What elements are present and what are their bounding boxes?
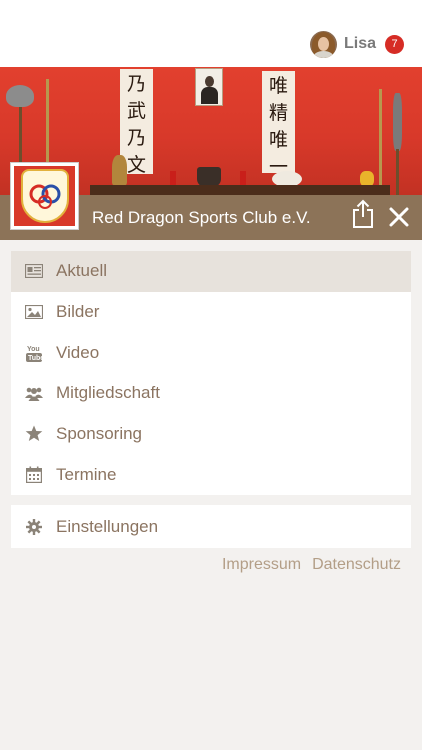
share-icon xyxy=(353,199,373,228)
user-name[interactable]: Lisa xyxy=(344,35,376,53)
user-profile[interactable]: Lisa 7 xyxy=(309,30,404,58)
image-icon xyxy=(25,303,43,321)
notification-badge[interactable]: 7 xyxy=(385,34,404,54)
main-menu: Aktuell Bilder You Tube Video xyxy=(11,251,411,495)
club-logo xyxy=(10,162,79,230)
close-button[interactable] xyxy=(387,205,411,229)
club-title: Red Dragon Sports Club e.V. xyxy=(92,208,311,227)
close-icon xyxy=(389,207,409,227)
menu-item-aktuell[interactable]: Aktuell xyxy=(11,251,411,292)
menu-item-bilder[interactable]: Bilder xyxy=(11,292,411,333)
youtube-icon: You Tube xyxy=(25,344,43,362)
settings-label: Einstellungen xyxy=(56,516,159,536)
calligraphy-scroll-right: 唯 精 唯 一 xyxy=(262,71,295,178)
menu-label: Mitgliedschaft xyxy=(56,383,160,403)
footer-links: Impressum Datenschutz xyxy=(222,556,401,574)
menu-label: Sponsoring xyxy=(56,423,143,443)
share-button[interactable] xyxy=(350,199,376,229)
impressum-link[interactable]: Impressum xyxy=(222,556,301,574)
users-icon xyxy=(25,384,43,402)
menu-item-termine[interactable]: Termine xyxy=(11,454,411,495)
settings-item[interactable]: Einstellungen xyxy=(11,505,411,548)
gear-icon xyxy=(25,518,43,536)
top-bar: Lisa 7 xyxy=(0,0,422,67)
star-icon xyxy=(25,425,43,443)
menu-label: Video xyxy=(56,342,100,362)
portrait-picture xyxy=(195,68,223,106)
menu-item-video[interactable]: You Tube Video xyxy=(11,332,411,373)
avatar[interactable] xyxy=(309,30,337,58)
menu-label: Bilder xyxy=(56,301,100,321)
menu-item-mitgliedschaft[interactable]: Mitgliedschaft xyxy=(11,373,411,414)
calendar-icon xyxy=(25,466,43,484)
svg-text:Tube: Tube xyxy=(28,355,42,362)
menu-item-sponsoring[interactable]: Sponsoring xyxy=(11,414,411,455)
menu-label: Aktuell xyxy=(56,261,108,281)
newspaper-icon xyxy=(25,262,43,280)
svg-text:You: You xyxy=(27,346,40,353)
datenschutz-link[interactable]: Datenschutz xyxy=(312,556,401,574)
menu-label: Termine xyxy=(56,464,117,484)
